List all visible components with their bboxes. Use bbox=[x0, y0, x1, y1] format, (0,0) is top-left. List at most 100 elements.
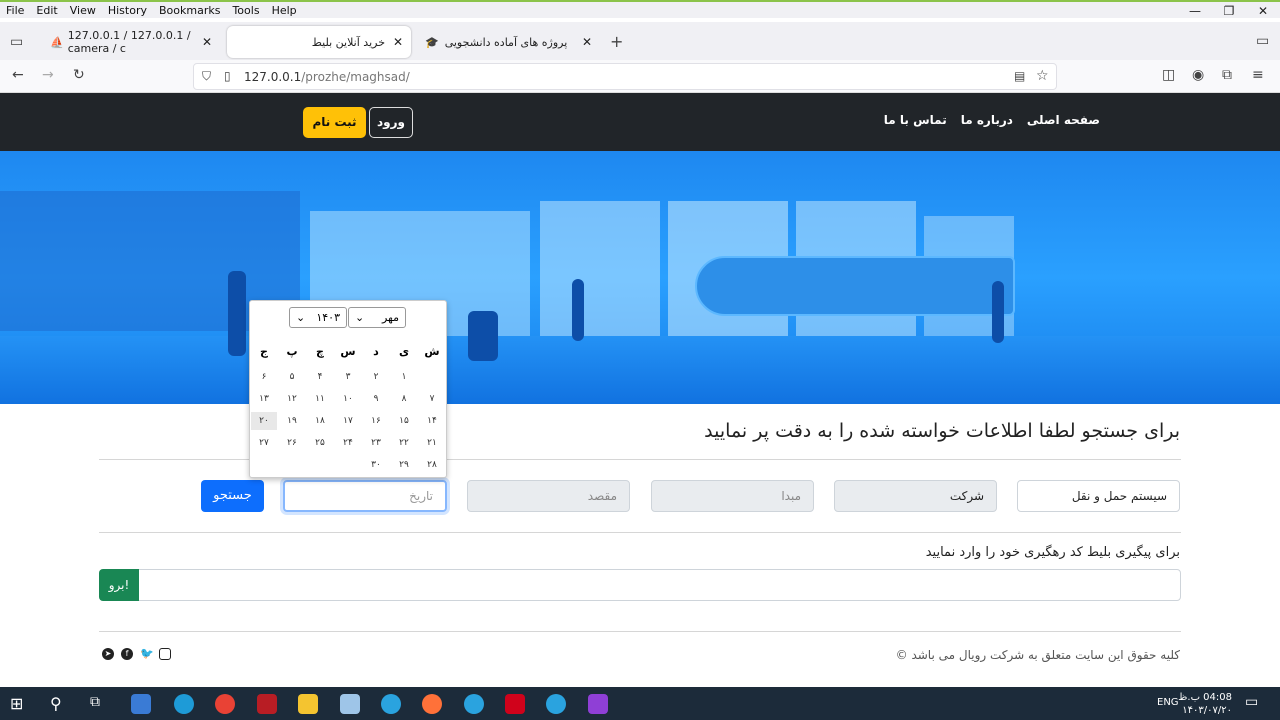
calendar-day[interactable]: ۱۸ bbox=[307, 412, 333, 430]
telegram-icon[interactable] bbox=[546, 694, 566, 714]
calendar-day[interactable]: ۲۲ bbox=[391, 434, 417, 452]
bookmark-star-icon[interactable]: ☆ bbox=[1036, 68, 1049, 84]
telegram-icon[interactable] bbox=[464, 694, 484, 714]
calendar-day[interactable]: ۱۶ bbox=[363, 412, 389, 430]
reload-icon[interactable]: ↻ bbox=[73, 67, 85, 83]
calendar-day[interactable]: ۷ bbox=[419, 390, 445, 408]
year-select[interactable]: ۱۴۰۳ ⌄ bbox=[289, 307, 347, 328]
calendar-day[interactable]: ۲۳ bbox=[363, 434, 389, 452]
acrobat-icon[interactable] bbox=[505, 694, 525, 714]
firefox-icon[interactable] bbox=[422, 694, 442, 714]
login-button[interactable]: ورود bbox=[369, 107, 413, 138]
calendar-day[interactable]: ۴ bbox=[307, 368, 333, 386]
calendar-day[interactable]: ۱۰ bbox=[335, 390, 361, 408]
tab-list-icon[interactable]: ▭ bbox=[10, 34, 23, 50]
phpstorm-icon[interactable] bbox=[588, 694, 608, 714]
instagram-icon[interactable] bbox=[159, 648, 171, 660]
url-bar[interactable]: ⛉ ▯ 127.0.0.1 /prozhe/maghsad/ ▤ ☆ bbox=[193, 63, 1057, 90]
calendar-day[interactable]: ۲۹ bbox=[391, 456, 417, 474]
extensions-icon[interactable]: ⧉ bbox=[1222, 67, 1232, 83]
calendar-day[interactable]: ۳۰ bbox=[363, 456, 389, 474]
telegram-icon[interactable]: ➤ bbox=[102, 648, 114, 660]
origin-input[interactable]: مبدا bbox=[651, 480, 814, 512]
search-button[interactable]: جستجو bbox=[201, 480, 264, 512]
windows-start-icon[interactable]: ⊞ bbox=[10, 694, 30, 714]
app-icon[interactable] bbox=[257, 694, 277, 714]
date-input[interactable]: تاریخ bbox=[283, 480, 447, 512]
chrome-icon[interactable] bbox=[215, 694, 235, 714]
calendar-day[interactable]: ۸ bbox=[391, 390, 417, 408]
edge-icon[interactable] bbox=[174, 694, 194, 714]
tab-close-icon[interactable]: ✕ bbox=[582, 35, 592, 49]
weekday-header: چ bbox=[316, 345, 324, 358]
calendar-day[interactable]: ۹ bbox=[363, 390, 389, 408]
menu-bookmarks[interactable]: Bookmarks bbox=[153, 4, 226, 17]
close-icon[interactable]: ✕ bbox=[1246, 0, 1280, 22]
calendar-day[interactable]: ۲۵ bbox=[307, 434, 333, 452]
calendar-day[interactable]: ۱۲ bbox=[279, 390, 305, 408]
transport-system-select[interactable]: سیستم حمل و نقل bbox=[1017, 480, 1180, 512]
notification-icon[interactable]: ▭ bbox=[1245, 694, 1265, 714]
telegram-icon[interactable] bbox=[381, 694, 401, 714]
back-icon[interactable]: ← bbox=[12, 67, 24, 83]
tab-close-icon[interactable]: ✕ bbox=[202, 35, 212, 49]
menu-edit[interactable]: Edit bbox=[30, 4, 63, 17]
calendar-day[interactable]: ۱۵ bbox=[391, 412, 417, 430]
calendar-day[interactable]: ۱۱ bbox=[307, 390, 333, 408]
nav-about[interactable]: درباره ما bbox=[961, 113, 1013, 127]
menu-history[interactable]: History bbox=[102, 4, 153, 17]
twitter-icon[interactable]: 🐦 bbox=[140, 648, 154, 660]
app-menu-icon[interactable]: ≡ bbox=[1252, 67, 1264, 83]
calendar-day[interactable]: ۱۴ bbox=[419, 412, 445, 430]
tab-phpmyadmin[interactable]: ⛵ 127.0.0.1 / 127.0.0.1 / camera / c ✕ bbox=[40, 26, 220, 58]
calendar-day[interactable]: ۲۷ bbox=[251, 434, 277, 452]
register-button[interactable]: ثبت نام bbox=[303, 107, 366, 138]
calendar-day[interactable]: ۲۶ bbox=[279, 434, 305, 452]
menu-file[interactable]: File bbox=[0, 4, 30, 17]
calendar-day[interactable]: ۱ bbox=[391, 368, 417, 386]
calendar-day[interactable]: ۱۷ bbox=[335, 412, 361, 430]
nav-contact[interactable]: تماس با ما bbox=[884, 113, 947, 127]
calendar-day[interactable]: ۲۰ bbox=[251, 412, 277, 430]
tab-close-icon[interactable]: ✕ bbox=[393, 35, 403, 49]
calendar-day[interactable]: ۱۳ bbox=[251, 390, 277, 408]
calendar-day[interactable]: ۵ bbox=[279, 368, 305, 386]
minimize-icon[interactable]: — bbox=[1178, 0, 1212, 22]
menu-help[interactable]: Help bbox=[266, 4, 303, 17]
new-tab-icon[interactable]: + bbox=[610, 32, 623, 51]
search-icon[interactable]: ⚲ bbox=[50, 694, 70, 714]
tab-student-projects[interactable]: 🎓 پروژه های آماده دانشجویی ✕ bbox=[415, 26, 600, 58]
language-indicator[interactable]: ENG bbox=[1157, 697, 1179, 708]
pocket-icon[interactable]: ◫ bbox=[1162, 67, 1175, 83]
calendar-day[interactable]: ۲۱ bbox=[419, 434, 445, 452]
clock[interactable]: 04:08 ب.ظ ۱۴۰۳/۰۷/۲۰ bbox=[1178, 691, 1232, 717]
tab-ticket-shop[interactable]: خرید آنلاین بلیط ✕ bbox=[227, 26, 411, 58]
store-icon[interactable] bbox=[131, 694, 151, 714]
go-button[interactable]: برو! bbox=[99, 569, 139, 601]
reader-view-icon[interactable]: ▤ bbox=[1014, 69, 1025, 83]
company-select[interactable]: شرکت bbox=[834, 480, 997, 512]
forward-icon[interactable]: → bbox=[42, 67, 54, 83]
shield-icon[interactable]: ⛉ bbox=[202, 69, 211, 84]
nav-home[interactable]: صفحه اصلی bbox=[1027, 113, 1100, 127]
task-view-icon[interactable]: ⧉ bbox=[90, 694, 110, 714]
notepad-icon[interactable] bbox=[340, 694, 360, 714]
menu-view[interactable]: View bbox=[64, 4, 102, 17]
page-info-icon[interactable]: ▯ bbox=[224, 69, 231, 83]
calendar-day[interactable]: ۲ bbox=[363, 368, 389, 386]
menu-tools[interactable]: Tools bbox=[226, 4, 265, 17]
month-select[interactable]: مهر ⌄ bbox=[348, 307, 406, 328]
calendar-day[interactable]: ۲۴ bbox=[335, 434, 361, 452]
file-explorer-icon[interactable] bbox=[298, 694, 318, 714]
account-icon[interactable]: ◉ bbox=[1192, 67, 1204, 83]
calendar-day[interactable]: ۶ bbox=[251, 368, 277, 386]
facebook-icon[interactable]: f bbox=[121, 648, 133, 660]
calendar-day[interactable]: ۱۹ bbox=[279, 412, 305, 430]
calendar-day[interactable]: ۲۸ bbox=[419, 456, 445, 474]
destination-input[interactable]: مقصد bbox=[467, 480, 630, 512]
restore-icon[interactable]: ❐ bbox=[1212, 0, 1246, 22]
firefox-view-icon[interactable]: ▭ bbox=[1256, 33, 1269, 49]
tracking-code-input[interactable] bbox=[138, 569, 1181, 601]
site-navbar: صفحه اصلی درباره ما تماس با ما bbox=[0, 93, 1280, 151]
calendar-day[interactable]: ۳ bbox=[335, 368, 361, 386]
